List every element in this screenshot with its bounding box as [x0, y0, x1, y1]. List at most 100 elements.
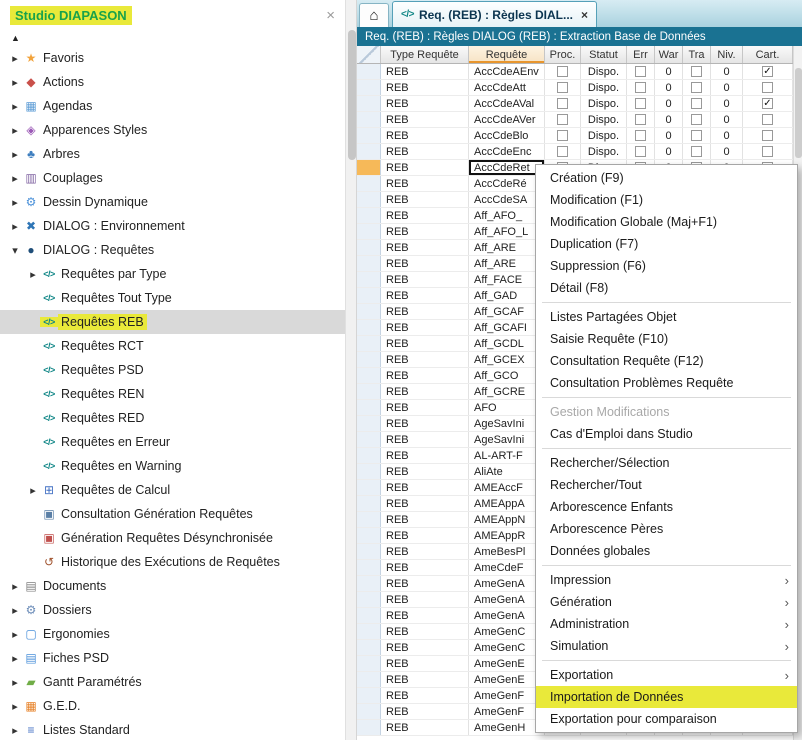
- cart-checkbox[interactable]: [762, 130, 773, 141]
- tree-item[interactable]: </> Requêtes en Warning: [0, 454, 345, 478]
- row-selector[interactable]: [357, 688, 381, 703]
- expand-arrow-icon[interactable]: ▸: [26, 484, 40, 497]
- menu-item[interactable]: Exportation pour comparaison: [536, 708, 797, 730]
- table-row[interactable]: REB AccCdeAVer Dispo. 0 0: [357, 112, 793, 128]
- row-selector[interactable]: [357, 272, 381, 287]
- tree-item[interactable]: ▸ ♣ Arbres: [0, 142, 345, 166]
- cart-checkbox[interactable]: [762, 82, 773, 93]
- menu-item[interactable]: Arborescence Pères: [536, 518, 797, 540]
- grid-corner[interactable]: [357, 46, 381, 63]
- column-header-err[interactable]: Err: [627, 46, 655, 63]
- menu-item[interactable]: Rechercher/Tout: [536, 474, 797, 496]
- tree-item[interactable]: ▸ ★ Favoris: [0, 46, 345, 70]
- row-selector[interactable]: [357, 480, 381, 495]
- menu-item[interactable]: Saisie Requête (F10): [536, 328, 797, 350]
- expand-arrow-icon[interactable]: ▸: [8, 604, 22, 617]
- menu-item[interactable]: Arborescence Enfants: [536, 496, 797, 518]
- expand-arrow-icon[interactable]: ▸: [8, 124, 22, 137]
- expand-arrow-icon[interactable]: ▸: [8, 652, 22, 665]
- tree-item[interactable]: ▸ ✖ DIALOG : Environnement: [0, 214, 345, 238]
- tree-item[interactable]: </> Requêtes RCT: [0, 334, 345, 358]
- menu-item[interactable]: Suppression (F6): [536, 255, 797, 277]
- expand-arrow-icon[interactable]: ▸: [8, 196, 22, 209]
- table-row[interactable]: REB AccCdeEnc Dispo. 0 0: [357, 144, 793, 160]
- row-selector[interactable]: [357, 96, 381, 111]
- row-selector[interactable]: [357, 672, 381, 687]
- row-selector[interactable]: [357, 192, 381, 207]
- menu-item[interactable]: Consultation Problèmes Requête: [536, 372, 797, 394]
- menu-item[interactable]: Duplication (F7): [536, 233, 797, 255]
- tree-item[interactable]: </> Requêtes REN: [0, 382, 345, 406]
- table-row[interactable]: REB AccCdeAEnv Dispo. 0 0 ✓: [357, 64, 793, 80]
- tree-item[interactable]: ▸ ◆ Actions: [0, 70, 345, 94]
- tree-item[interactable]: ▸ ⚙ Dessin Dynamique: [0, 190, 345, 214]
- menu-item[interactable]: Détail (F8): [536, 277, 797, 299]
- expand-arrow-icon[interactable]: ▸: [8, 628, 22, 641]
- expand-arrow-icon[interactable]: ▸: [8, 76, 22, 89]
- expand-arrow-icon[interactable]: ▸: [8, 172, 22, 185]
- err-checkbox[interactable]: [635, 66, 646, 77]
- menu-item[interactable]: Génération ›: [536, 591, 797, 613]
- sidebar-scrollbar[interactable]: [345, 0, 357, 740]
- tra-checkbox[interactable]: [691, 82, 702, 93]
- row-selector[interactable]: [357, 160, 381, 175]
- expand-arrow-icon[interactable]: ▸: [8, 700, 22, 713]
- tree-item[interactable]: ▸ </> Requêtes par Type: [0, 262, 345, 286]
- row-selector[interactable]: [357, 400, 381, 415]
- err-checkbox[interactable]: [635, 146, 646, 157]
- row-selector[interactable]: [357, 304, 381, 319]
- expand-arrow-icon[interactable]: ▸: [8, 52, 22, 65]
- column-header-type[interactable]: Type Requête: [381, 46, 469, 63]
- expand-arrow-icon[interactable]: ▾: [8, 244, 22, 257]
- row-selector[interactable]: [357, 576, 381, 591]
- menu-item[interactable]: Modification (F1): [536, 189, 797, 211]
- tree-item[interactable]: ▸ ◈ Apparences Styles: [0, 118, 345, 142]
- column-header-niv[interactable]: Niv.: [711, 46, 743, 63]
- tree-item[interactable]: </> Requêtes RED: [0, 406, 345, 430]
- tree-item[interactable]: ▸ ≡ Listes Standard: [0, 718, 345, 740]
- column-header-war[interactable]: War: [655, 46, 683, 63]
- menu-item[interactable]: Modification Globale (Maj+F1): [536, 211, 797, 233]
- row-selector[interactable]: [357, 352, 381, 367]
- row-selector[interactable]: [357, 64, 381, 79]
- expand-arrow-icon[interactable]: ▸: [8, 676, 22, 689]
- menu-item[interactable]: Données globales: [536, 540, 797, 562]
- expand-arrow-icon[interactable]: ▸: [8, 724, 22, 737]
- tree-item[interactable]: ▾ ● DIALOG : Requêtes: [0, 238, 345, 262]
- tra-checkbox[interactable]: [691, 66, 702, 77]
- row-selector[interactable]: [357, 704, 381, 719]
- menu-item[interactable]: Exportation ›: [536, 664, 797, 686]
- table-row[interactable]: REB AccCdeAtt Dispo. 0 0: [357, 80, 793, 96]
- row-selector[interactable]: [357, 240, 381, 255]
- row-selector[interactable]: [357, 416, 381, 431]
- tree-item[interactable]: ▣ Consultation Génération Requêtes: [0, 502, 345, 526]
- err-checkbox[interactable]: [635, 130, 646, 141]
- column-header-tra[interactable]: Tra: [683, 46, 711, 63]
- tree-item[interactable]: ▸ ▥ Couplages: [0, 166, 345, 190]
- tree-item[interactable]: ▸ ▤ Documents: [0, 574, 345, 598]
- grid-scrollbar-thumb[interactable]: [795, 68, 802, 158]
- column-header-cart[interactable]: Cart.: [743, 46, 793, 63]
- tra-checkbox[interactable]: [691, 98, 702, 109]
- tree-item[interactable]: ▸ ⊞ Requêtes de Calcul: [0, 478, 345, 502]
- expand-arrow-icon[interactable]: ▸: [8, 100, 22, 113]
- err-checkbox[interactable]: [635, 82, 646, 93]
- row-selector[interactable]: [357, 560, 381, 575]
- menu-item[interactable]: Listes Partagées Objet: [536, 306, 797, 328]
- tra-checkbox[interactable]: [691, 114, 702, 125]
- proc-checkbox[interactable]: [557, 98, 568, 109]
- row-selector[interactable]: [357, 512, 381, 527]
- expand-arrow-icon[interactable]: ▸: [26, 268, 40, 281]
- row-selector[interactable]: [357, 320, 381, 335]
- row-selector[interactable]: [357, 336, 381, 351]
- column-header-proc[interactable]: Proc.: [545, 46, 581, 63]
- tra-checkbox[interactable]: [691, 130, 702, 141]
- tree-item[interactable]: </> Requêtes PSD: [0, 358, 345, 382]
- tree-item[interactable]: </> Requêtes Tout Type: [0, 286, 345, 310]
- row-selector[interactable]: [357, 656, 381, 671]
- tree-item[interactable]: ▸ ▦ G.E.D.: [0, 694, 345, 718]
- proc-checkbox[interactable]: [557, 130, 568, 141]
- row-selector[interactable]: [357, 208, 381, 223]
- row-selector[interactable]: [357, 384, 381, 399]
- tree-scroll-up-icon[interactable]: ▲: [0, 30, 345, 46]
